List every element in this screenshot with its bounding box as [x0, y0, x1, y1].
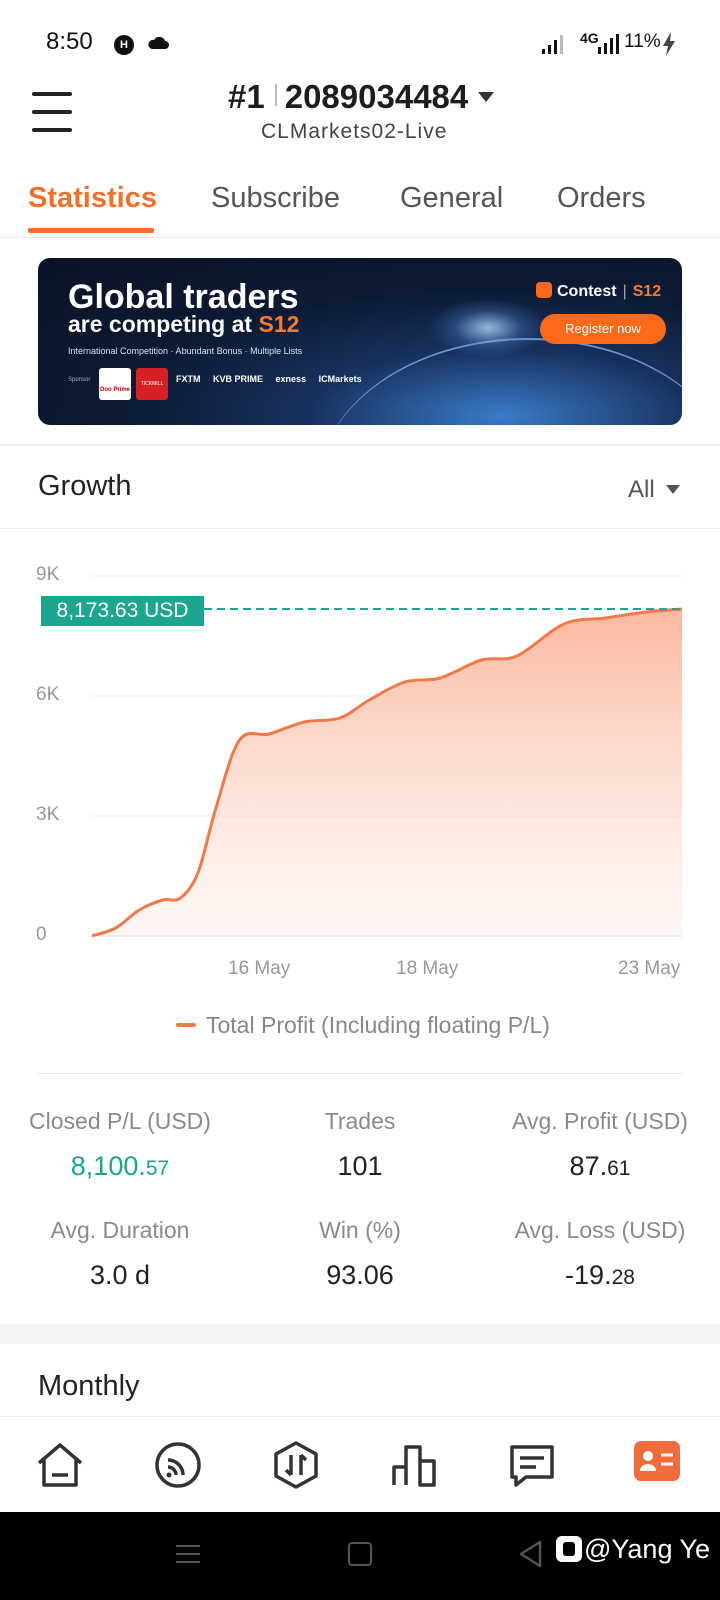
chevron-down-icon[interactable] — [478, 92, 494, 102]
cloud-icon — [148, 36, 169, 49]
stat-value: 3.0 d — [89, 1260, 151, 1290]
y-tick-label: 9K — [36, 564, 60, 585]
watermark: @Yang Ye — [556, 1534, 710, 1565]
watermark-logo-icon — [556, 1536, 582, 1562]
section-divider — [0, 444, 720, 446]
growth-chart: 9K 6K 3K 0 16 May 18 May 23 May 8,173.63… — [0, 540, 720, 990]
tab-statistics[interactable]: Statistics — [28, 182, 157, 215]
profile-card-icon[interactable] — [634, 1439, 680, 1485]
y-tick-label: 0 — [36, 924, 47, 945]
stat-avg-loss: Avg. Loss (USD) -19.28 — [480, 1217, 720, 1291]
messages-icon[interactable] — [506, 1439, 558, 1491]
sponsor-logos: FXTM KVB PRIME exness ICMarkets — [176, 374, 372, 384]
account-selector[interactable]: #1 2089034484 — [228, 78, 468, 116]
doo-prime-logo: Doo Prime — [99, 368, 131, 400]
register-now-button[interactable]: Register now — [540, 314, 666, 344]
stat-label: Trades — [324, 1108, 396, 1134]
recent-apps-button[interactable] — [176, 1542, 200, 1566]
current-value-tag: 8,173.63 USD — [41, 596, 204, 626]
stat-avg-profit: Avg. Profit (USD) 87.61 — [480, 1108, 720, 1182]
stat-label: Avg. Loss (USD) — [514, 1217, 686, 1243]
legend-label: Total Profit (Including floating P/L) — [206, 1012, 550, 1038]
sponsor-icmarkets: ICMarkets — [318, 374, 362, 384]
chart-legend[interactable]: Total Profit (Including floating P/L) — [176, 1012, 550, 1039]
range-selector[interactable]: All — [628, 476, 655, 504]
section-divider — [0, 528, 720, 529]
growth-title: Growth — [38, 470, 132, 502]
server-name: CLMarkets02-Live — [261, 120, 448, 143]
feed-icon[interactable] — [152, 1439, 204, 1491]
system-nav-bar: @Yang Ye — [0, 1512, 720, 1600]
account-rank: #1 — [228, 78, 265, 115]
signal-icon-2 — [598, 34, 619, 54]
y-tick-label: 6K — [36, 684, 60, 705]
x-tick-label: 16 May — [228, 958, 291, 979]
sponsor-label: Sponsor — [68, 377, 91, 383]
tab-orders[interactable]: Orders — [557, 182, 646, 215]
monthly-title: Monthly — [38, 1370, 140, 1402]
stat-value: 87.61 — [569, 1151, 631, 1181]
banner-subline: International Competition · Abundant Bon… — [68, 346, 303, 356]
sponsor-kvb: KVB PRIME — [213, 374, 264, 384]
growth-area — [92, 609, 682, 936]
stat-value: -19.28 — [565, 1260, 635, 1290]
charging-icon — [663, 32, 675, 56]
sponsor-exness: exness — [275, 374, 307, 384]
stat-label: Win (%) — [319, 1217, 401, 1243]
signal-icon — [542, 35, 563, 54]
stat-label: Closed P/L (USD) — [29, 1108, 211, 1134]
trade-icon[interactable] — [270, 1439, 322, 1491]
active-tab-indicator — [28, 228, 154, 233]
contest-banner[interactable]: Global traders are competing at S12 Inte… — [38, 258, 682, 425]
home-button[interactable] — [348, 1542, 372, 1566]
chevron-down-icon[interactable] — [666, 485, 680, 494]
home-icon[interactable] — [34, 1439, 86, 1491]
tab-bar: Statistics Subscribe General Orders — [0, 170, 720, 238]
divider — [38, 1073, 682, 1074]
stat-label: Avg. Profit (USD) — [512, 1108, 688, 1134]
contest-logo-icon — [536, 282, 552, 298]
stat-value: 93.06 — [326, 1260, 394, 1290]
contest-label: Contest | S12 — [536, 282, 661, 301]
stat-win-rate: Win (%) 93.06 — [240, 1217, 480, 1291]
menu-button[interactable] — [30, 92, 74, 132]
section-gap — [0, 1324, 720, 1344]
bottom-nav — [0, 1416, 720, 1512]
sponsor-fxtm: FXTM — [176, 374, 201, 384]
back-icon[interactable] — [518, 1540, 544, 1568]
glow-graphic — [428, 298, 548, 358]
tab-subscribe[interactable]: Subscribe — [211, 182, 340, 215]
stat-value: 8,100.57 — [70, 1151, 170, 1181]
stat-label: Avg. Duration — [50, 1217, 190, 1243]
stat-avg-duration: Avg. Duration 3.0 d — [0, 1217, 240, 1291]
x-tick-label: 23 May — [618, 958, 681, 979]
hd-icon: H — [114, 35, 134, 55]
market-chart-icon[interactable] — [388, 1439, 440, 1491]
status-time: 8:50 — [46, 28, 93, 55]
tickmill-logo: TICKMILL — [136, 368, 168, 400]
status-bar: 8:50 H 4G 11% — [0, 0, 720, 86]
x-tick-label: 18 May — [396, 958, 459, 979]
tab-general[interactable]: General — [400, 182, 503, 215]
account-number: 2089034484 — [284, 78, 469, 115]
legend-swatch — [176, 1023, 196, 1027]
battery-level: 11% — [624, 31, 661, 52]
y-tick-label: 3K — [36, 804, 60, 825]
network-type: 4G — [580, 30, 599, 46]
stat-value: 101 — [337, 1151, 383, 1181]
banner-headline-2: are competing at S12 — [68, 311, 300, 337]
stat-trades: Trades 101 — [240, 1108, 480, 1182]
stat-closed-pl: Closed P/L (USD) 8,100.57 — [0, 1108, 240, 1182]
